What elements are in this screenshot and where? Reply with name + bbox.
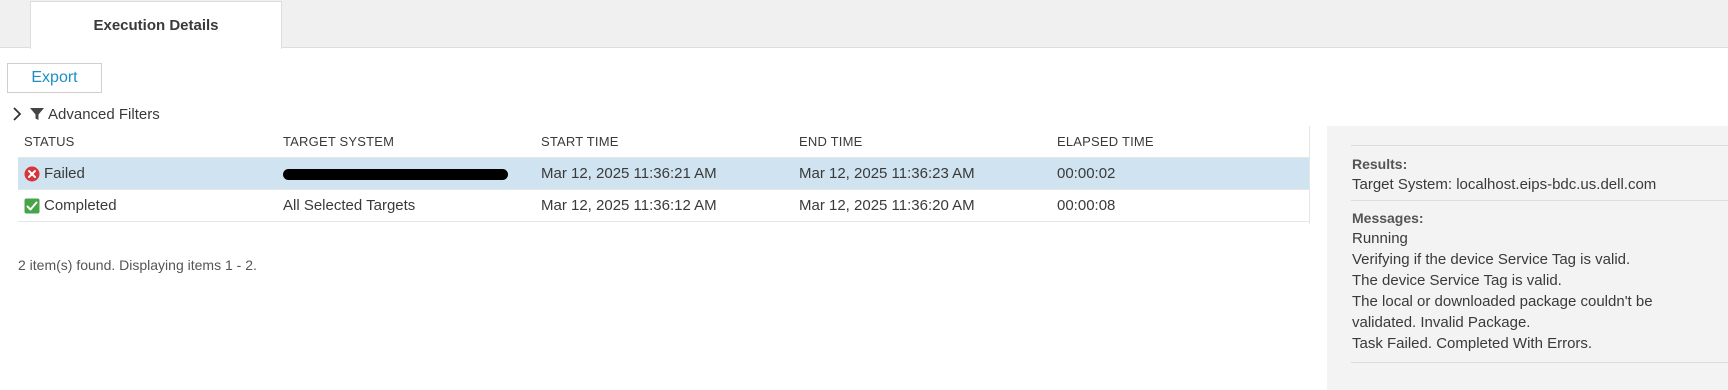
messages-label: Messages: [1352,210,1424,226]
advanced-filters-label: Advanced Filters [48,105,160,123]
column-header-start-time[interactable]: START TIME [541,134,619,149]
grid-divider [1309,126,1310,224]
tab-label: Execution Details [93,17,219,34]
elapsed-time-cell: 00:00:08 [1057,197,1116,214]
table-row[interactable]: Completed All Selected Targets Mar 12, 2… [18,190,1310,222]
status-cell: Failed [24,165,85,182]
tab-execution-details[interactable]: Execution Details [30,1,282,49]
advanced-filters-toggle[interactable]: Advanced Filters [9,103,160,125]
elapsed-time-cell: 00:00:02 [1057,165,1116,182]
export-button-label: Export [31,69,78,86]
message-line: The local or downloaded package couldn't… [1352,293,1653,310]
filter-icon [30,108,44,120]
table-header-row: STATUS TARGET SYSTEM START TIME END TIME… [18,126,1310,158]
divider [1351,362,1728,363]
results-label: Results: [1352,156,1408,172]
chevron-right-icon [13,107,22,121]
column-header-status[interactable]: STATUS [24,134,75,149]
column-header-elapsed-time[interactable]: ELAPSED TIME [1057,134,1154,149]
start-time-cell: Mar 12, 2025 11:36:12 AM [541,197,717,214]
items-found-text: 2 item(s) found. Displaying items 1 - 2. [18,257,257,273]
column-header-target-system[interactable]: TARGET SYSTEM [283,134,394,149]
tab-bar: Execution Details [0,0,1728,49]
check-icon [24,198,40,213]
divider [1351,200,1728,201]
message-line: Verifying if the device Service Tag is v… [1352,251,1631,268]
start-time-cell: Mar 12, 2025 11:36:21 AM [541,165,717,182]
end-time-cell: Mar 12, 2025 11:36:20 AM [799,197,975,214]
export-button[interactable]: Export [7,63,102,93]
message-line: validated. Invalid Package. [1352,314,1531,331]
divider [1351,145,1728,146]
status-text: Completed [44,197,117,214]
target-system-cell [283,165,508,182]
table-row[interactable]: Failed Mar 12, 2025 11:36:21 AM Mar 12, … [18,158,1310,190]
results-target-line: Target System: localhost.eips-bdc.us.del… [1352,176,1657,193]
end-time-cell: Mar 12, 2025 11:36:23 AM [799,165,975,182]
message-line: The device Service Tag is valid. [1352,272,1562,289]
execution-table: STATUS TARGET SYSTEM START TIME END TIME… [18,126,1310,222]
target-system-cell: All Selected Targets [283,197,416,214]
column-header-end-time[interactable]: END TIME [799,134,862,149]
redacted-target [283,168,508,180]
status-cell: Completed [24,197,117,214]
message-line: Task Failed. Completed With Errors. [1352,335,1593,352]
details-panel: Results: Target System: localhost.eips-b… [1327,126,1728,390]
message-line: Running [1352,230,1408,247]
execution-details-page: Execution Details Export Advanced Filter… [0,0,1728,390]
status-text: Failed [44,165,85,182]
error-x-icon [24,166,40,181]
